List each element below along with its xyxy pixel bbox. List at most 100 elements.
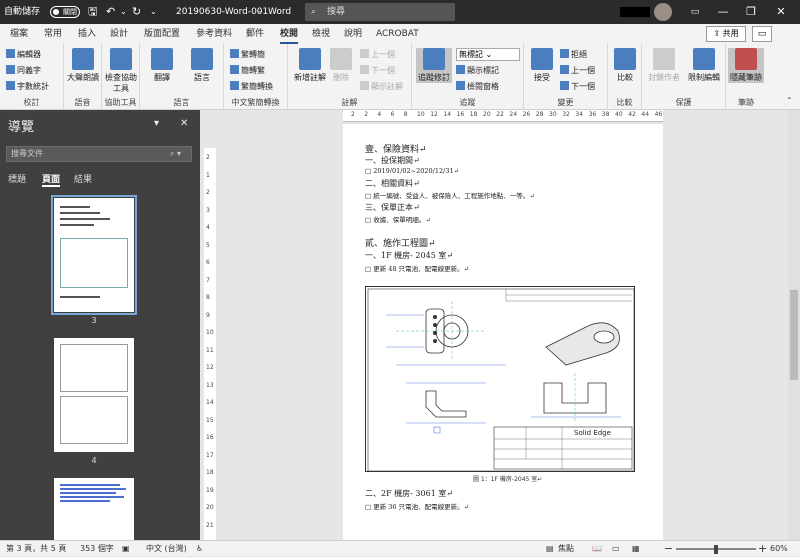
ribbon-display-options-icon[interactable]: ▭ [682, 0, 708, 24]
read-aloud-button[interactable]: 大聲朗讀 [64, 48, 102, 83]
print-layout-icon[interactable]: ▭ [612, 541, 620, 557]
accept-button[interactable]: 接受 [526, 48, 558, 83]
document-page[interactable]: 壹、保險資料↵ 一、投保期間↵ □ 2019/01/02~2020/12/31↵… [343, 124, 663, 540]
scrollbar-thumb[interactable] [790, 290, 798, 380]
ruler-tick-label: 2 [351, 111, 355, 118]
focus-icon[interactable]: ▤ [546, 541, 554, 557]
focus-mode[interactable]: 焦點 [558, 541, 574, 557]
vertical-ruler[interactable]: 2 1 2 3 4 5 6 7 8 9 10 11 12 13 14 15 16 17 18 19 20 21 [204, 148, 216, 540]
undo-icon[interactable]: ↶ [106, 0, 115, 24]
chinese-conversion-button[interactable]: 繁簡轉換 [230, 80, 273, 93]
reviewing-pane-button[interactable]: 檢閱窗格 [456, 80, 499, 93]
simp-to-trad-button[interactable]: 簡轉繁 [230, 64, 265, 77]
tab-review[interactable]: 校閱 [280, 24, 299, 44]
document-area: 2 2 4 6 8 10 12 14 16 18 20 22 24 26 28 30 32 34 36 38 40 42 4… [200, 110, 800, 540]
page-thumbnail-4[interactable] [54, 338, 134, 452]
next-change-button[interactable]: 下一個 [560, 80, 595, 93]
proofing-status-icon[interactable]: ▣ [122, 541, 130, 557]
delete-comment-button[interactable]: 刪除 [326, 48, 356, 83]
page-thumbnail-5[interactable] [54, 478, 134, 540]
vertical-scrollbar[interactable] [788, 110, 800, 540]
nav-tab-headings[interactable]: 標題 [8, 172, 26, 185]
nav-close-icon[interactable]: ✕ [180, 118, 188, 129]
restore-button[interactable]: ❐ [738, 0, 764, 24]
language-button[interactable]: 語言 [182, 48, 222, 83]
page-thumbnail-3[interactable] [51, 195, 137, 315]
share-button[interactable]: ⇪ 共用 [706, 26, 746, 42]
nav-options-icon[interactable]: ▾ [154, 118, 159, 129]
collapse-ribbon-icon[interactable]: ⌃ [786, 96, 793, 105]
undo-dropdown-icon[interactable]: ⌄ [120, 0, 127, 24]
nav-tab-pages[interactable]: 頁面 [42, 172, 61, 187]
tab-references[interactable]: 參考資料 [196, 24, 232, 44]
minimize-button[interactable]: — [710, 0, 736, 24]
tab-mailings[interactable]: 郵件 [246, 24, 264, 44]
navigation-pane: 導覽 ▾ ✕ 搜尋文件 ⌕ ▾ 標題 頁面 結果 3 4 [0, 110, 200, 540]
track-changes-button[interactable]: 追蹤修訂 [416, 48, 452, 83]
section-heading: 壹、保險資料↵ [365, 145, 427, 155]
next-comment-button[interactable]: 下一個 [360, 64, 395, 77]
page-count[interactable]: 第 3 頁，共 5 頁 [6, 541, 66, 557]
section-body: □ 收據、保單明細。↵ [365, 216, 431, 224]
check-accessibility-button[interactable]: 檢查協助工具 [102, 48, 140, 94]
new-comment-button[interactable]: 新增註解 [290, 48, 330, 83]
thumb-drawing [60, 238, 128, 288]
tab-file[interactable]: 檔案 [10, 24, 28, 44]
tab-design[interactable]: 設計 [110, 24, 128, 44]
engineering-drawing[interactable]: Solid Edge [365, 286, 635, 472]
previous-comment-label: 上一個 [371, 50, 395, 59]
accessibility-status-icon[interactable]: ♿ [196, 541, 203, 557]
chinese-conversion-label: 繁簡轉換 [241, 82, 273, 91]
user-name[interactable] [620, 7, 650, 17]
zoom-level[interactable]: 60% [770, 541, 788, 557]
tab-help[interactable]: 說明 [344, 24, 362, 44]
thumb-line [60, 500, 110, 502]
nav-search-input[interactable]: 搜尋文件 ⌕ ▾ [6, 146, 192, 162]
customize-toolbar-icon[interactable]: ⌄ [150, 0, 157, 24]
word-count-button[interactable]: 字數統計 [6, 80, 49, 93]
show-comments-button[interactable]: 顯示註解 [360, 80, 403, 93]
trad-to-simp-button[interactable]: 繁轉簡 [230, 48, 265, 61]
tab-home[interactable]: 常用 [44, 24, 62, 44]
ruler-tick-label: 12 [430, 111, 438, 118]
compare-button[interactable]: 比較 [608, 48, 642, 83]
web-layout-icon[interactable]: ▦ [632, 541, 640, 557]
horizontal-ruler[interactable]: 2 2 4 6 8 10 12 14 16 18 20 22 24 26 28 30 32 34 36 38 40 42 4… [343, 110, 663, 122]
section-subheading: 二、2F 機房- 3061 室↵ [365, 489, 454, 498]
ruler-tick-label: 2 [206, 189, 210, 196]
tab-acrobat[interactable]: ACROBAT [376, 24, 419, 44]
search-input[interactable]: ⌕ 搜尋 [305, 3, 455, 21]
save-icon[interactable]: 🖫 [88, 0, 97, 24]
language-status[interactable]: 中文 (台灣) [146, 541, 187, 557]
avatar[interactable] [654, 3, 672, 21]
read-mode-icon[interactable]: 📖 [592, 541, 602, 557]
nav-tab-results[interactable]: 結果 [74, 172, 92, 185]
word-count[interactable]: 353 個字 [80, 541, 114, 557]
autosave-toggle[interactable]: 關閉 [50, 6, 80, 18]
hide-ink-button[interactable]: 隱藏筆跡 [728, 48, 764, 83]
title-bar: 自動儲存 關閉 🖫 ↶ ⌄ ↻ ⌄ 20190630-Word-001 - Wo… [0, 0, 800, 24]
tab-insert[interactable]: 插入 [78, 24, 96, 44]
previous-comment-button[interactable]: 上一個 [360, 48, 395, 61]
block-authors-button[interactable]: 封鎖作者 [644, 48, 684, 83]
restrict-editing-button[interactable]: 限制編輯 [684, 48, 724, 83]
translate-button[interactable]: 翻譯 [142, 48, 182, 83]
thesaurus-button[interactable]: 同義字 [6, 64, 41, 77]
new-comment-label: 新增註解 [294, 73, 326, 82]
show-markup-button[interactable]: 顯示標記 [456, 64, 499, 77]
editor-button[interactable]: 編輯器 [6, 48, 41, 61]
zoom-slider-handle[interactable] [714, 545, 718, 554]
tab-layout[interactable]: 版面配置 [144, 24, 180, 44]
markup-select[interactable]: 無標記 ⌄ [456, 48, 520, 61]
chevron-down-icon: ⌄ [483, 50, 493, 59]
zoom-out-button[interactable]: − [664, 541, 673, 557]
speech-group-label: 語音 [74, 98, 91, 107]
zoom-in-button[interactable]: + [758, 541, 767, 557]
reject-button[interactable]: 拒絕 [560, 48, 587, 61]
previous-change-button[interactable]: 上一個 [560, 64, 595, 77]
comments-button[interactable]: ▭ [752, 26, 772, 42]
tab-view[interactable]: 檢視 [312, 24, 330, 44]
close-button[interactable]: ✕ [768, 0, 794, 24]
delete-comment-icon [330, 48, 352, 70]
redo-icon[interactable]: ↻ [132, 0, 141, 24]
